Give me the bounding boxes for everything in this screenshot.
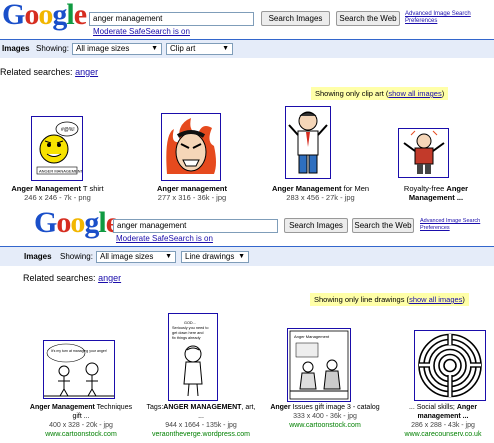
caption-title-bold[interactable]: Anger management: [157, 184, 227, 193]
result-caption: Anger Issues gift image 3 - catalog 333 …: [262, 403, 388, 430]
caption-title-line2[interactable]: management ...: [418, 413, 469, 420]
preferences-link[interactable]: Preferences: [405, 18, 437, 25]
result-thumbnail[interactable]: Anger Management: [287, 328, 351, 402]
svg-text:#@%!: #@%!: [61, 127, 75, 133]
caption-meta: 246 x 246 - 7k - png: [24, 193, 91, 202]
caption-title[interactable]: ... Social skills;: [409, 404, 457, 411]
filter-notice: Showing only clip art (show all images): [311, 87, 449, 100]
caption-meta: 944 x 1664 - 135k - jpg: [165, 422, 237, 429]
search-input[interactable]: anger management: [113, 219, 278, 233]
size-select[interactable]: All image sizes ▼: [72, 43, 162, 55]
result-thumbnail[interactable]: [161, 113, 221, 181]
caption-title[interactable]: Issues gift image 3 - catalog: [291, 404, 380, 411]
search-images-button[interactable]: Search Images: [284, 218, 348, 233]
caption-url: www.carecounserv.co.uk: [404, 431, 482, 438]
notice-close: ): [462, 295, 465, 304]
caption-title[interactable]: for Men: [342, 184, 369, 193]
search-images-button[interactable]: Search Images: [261, 11, 330, 26]
type-select-value: Clip art: [170, 44, 196, 53]
caption-meta: 277 x 316 - 36k - jpg: [157, 193, 227, 202]
result-caption: Anger Management T shirt 246 x 246 - 7k …: [0, 184, 115, 202]
result-thumbnail[interactable]: [398, 128, 449, 178]
size-select-value: All image sizes: [100, 252, 154, 261]
size-select-value: All image sizes: [76, 44, 130, 53]
caption-title-bold[interactable]: Anger: [270, 404, 290, 411]
caption-title-line2[interactable]: gift ...: [18, 412, 144, 421]
result-thumbnail[interactable]: [414, 330, 486, 401]
images-toolbar: Images Showing: All image sizes ▼ Line d…: [0, 246, 494, 266]
cartoon-caption: Anger Management: [294, 334, 330, 339]
result-thumbnail[interactable]: [285, 106, 331, 179]
notice-text: Showing only line drawings (: [314, 295, 410, 304]
chevron-down-icon: ▼: [165, 253, 172, 260]
caption-meta: 286 x 288 - 43k - jpg: [411, 422, 475, 429]
type-select-value: Line drawings: [185, 252, 235, 261]
caption-url: veraontheverge.wordpress.com: [151, 431, 251, 438]
advanced-search-link[interactable]: Advanced Image Search: [405, 11, 471, 18]
showing-label: Showing:: [36, 44, 69, 53]
caption-title[interactable]: Techniques: [95, 404, 132, 411]
caption-meta: 333 x 400 - 36k - jpg: [293, 413, 357, 420]
caption-title[interactable]: Royalty-free: [404, 184, 447, 193]
notice-text: Showing only clip art (: [315, 89, 389, 98]
result-caption: Anger Management Techniques gift ... 400…: [18, 403, 144, 439]
related-searches: Related searches: anger: [23, 273, 121, 283]
advanced-search-link[interactable]: Advanced Image Search: [420, 218, 480, 225]
caption-meta: 283 x 456 - 27k - jpg: [286, 193, 355, 202]
caption-meta: 400 x 328 - 20k - jpg: [49, 422, 113, 429]
show-all-link[interactable]: show all images: [388, 89, 441, 98]
filter-notice: Showing only line drawings (show all ima…: [310, 293, 469, 306]
search-input[interactable]: anger management: [89, 12, 254, 26]
caption-url: www.cartoonstock.com: [45, 431, 117, 438]
result-thumbnail[interactable]: It's my turn at managing your anger!: [43, 340, 115, 399]
cartoon-caption: GOD... Seriously you need to get down he…: [172, 321, 210, 340]
preferences-link[interactable]: Preferences: [420, 225, 450, 232]
notice-close: ): [441, 89, 445, 98]
result-caption: Tags:ANGER MANAGEMENT, art, ... 944 x 16…: [142, 403, 260, 439]
result-thumbnail[interactable]: GOD... Seriously you need to get down he…: [168, 313, 218, 401]
related-link-anger[interactable]: anger: [98, 273, 121, 283]
result-thumbnail[interactable]: #@%! ANGER MANAGEMENT: [31, 116, 83, 181]
caption-title-bold[interactable]: ANGER MANAGEMENT: [163, 404, 241, 411]
related-label: Related searches:: [0, 67, 73, 77]
images-label: Images: [24, 252, 52, 261]
related-label: Related searches:: [23, 273, 96, 283]
caption-title-bold[interactable]: Anger: [457, 404, 477, 411]
size-select[interactable]: All image sizes ▼: [96, 251, 176, 263]
type-select[interactable]: Clip art ▼: [166, 43, 233, 55]
caption-title-bold[interactable]: Anger Management: [272, 184, 342, 193]
caption-url: www.cartoonstock.com: [289, 422, 361, 429]
result-caption: Anger management 277 x 316 - 36k - jpg: [142, 184, 242, 202]
chevron-down-icon: ▼: [238, 253, 245, 260]
caption-title-bold[interactable]: Anger Management: [30, 404, 95, 411]
google-logo[interactable]: Google: [34, 206, 119, 240]
show-all-link[interactable]: show all images: [409, 295, 462, 304]
caption-title[interactable]: Tags:: [147, 404, 164, 411]
google-logo[interactable]: Google: [2, 0, 87, 32]
showing-label: Showing:: [60, 252, 93, 261]
safesearch-link[interactable]: Moderate SafeSearch is on: [93, 27, 190, 36]
type-select[interactable]: Line drawings ▼: [181, 251, 249, 263]
chevron-down-icon: ▼: [222, 45, 229, 52]
related-searches: Related searches: anger: [0, 67, 98, 77]
caption-title-bold[interactable]: Anger Management: [11, 184, 81, 193]
search-web-button[interactable]: Search the Web: [336, 11, 400, 26]
result-caption: ... Social skills; Anger management ... …: [392, 403, 494, 439]
result-caption: Royalty-free Anger Management ...: [386, 184, 486, 202]
chevron-down-icon: ▼: [151, 45, 158, 52]
result-caption: Anger Management for Men 283 x 456 - 27k…: [258, 184, 383, 202]
svg-text:ANGER MANAGEMENT: ANGER MANAGEMENT: [39, 169, 82, 174]
cartoon-caption: It's my turn at managing your anger!: [51, 349, 107, 353]
images-toolbar: Images Showing: All image sizes ▼ Clip a…: [0, 39, 494, 58]
caption-title-line2[interactable]: ...: [142, 412, 260, 421]
safesearch-link[interactable]: Moderate SafeSearch is on: [116, 234, 213, 243]
search-web-button[interactable]: Search the Web: [352, 218, 414, 233]
caption-title[interactable]: T shirt: [81, 184, 104, 193]
related-link-anger[interactable]: anger: [75, 67, 98, 77]
images-label: Images: [2, 44, 30, 53]
caption-title-tail[interactable]: , art,: [241, 404, 255, 411]
